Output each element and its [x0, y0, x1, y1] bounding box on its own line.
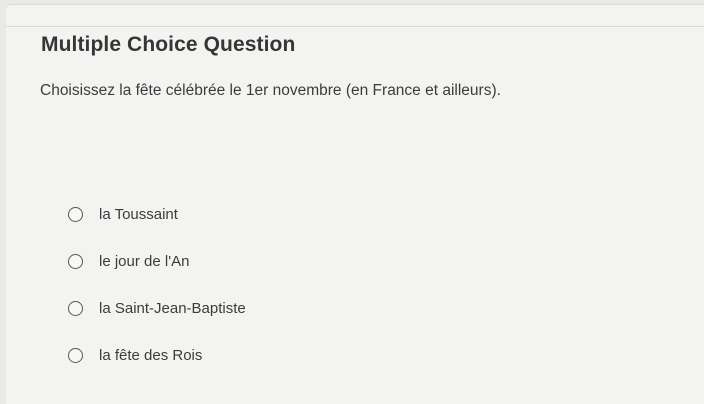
radio-button-icon[interactable] [68, 206, 83, 222]
answer-option-label: la fête des Rois [99, 346, 203, 364]
radio-button-icon[interactable] [68, 253, 83, 269]
question-card: Multiple Choice Question Choisissez la f… [6, 4, 704, 404]
answer-option-label: la Toussaint [99, 205, 178, 223]
top-divider [6, 26, 704, 27]
answer-option-saint-jean-baptiste[interactable]: la Saint-Jean-Baptiste [68, 294, 246, 322]
radio-button-icon[interactable] [68, 347, 83, 363]
answer-option-jour-de-lan[interactable]: le jour de l'An [68, 247, 246, 275]
question-prompt: Choisissez la fête célébrée le 1er novem… [40, 82, 501, 99]
answer-options: la Toussaint le jour de l'An la Saint-Je… [68, 200, 246, 388]
answer-option-label: la Saint-Jean-Baptiste [99, 299, 246, 317]
radio-button-icon[interactable] [68, 300, 83, 316]
answer-option-fete-des-rois[interactable]: la fête des Rois [68, 341, 246, 369]
answer-option-label: le jour de l'An [99, 252, 190, 270]
question-heading: Multiple Choice Question [41, 33, 296, 56]
answer-option-toussaint[interactable]: la Toussaint [68, 200, 246, 228]
